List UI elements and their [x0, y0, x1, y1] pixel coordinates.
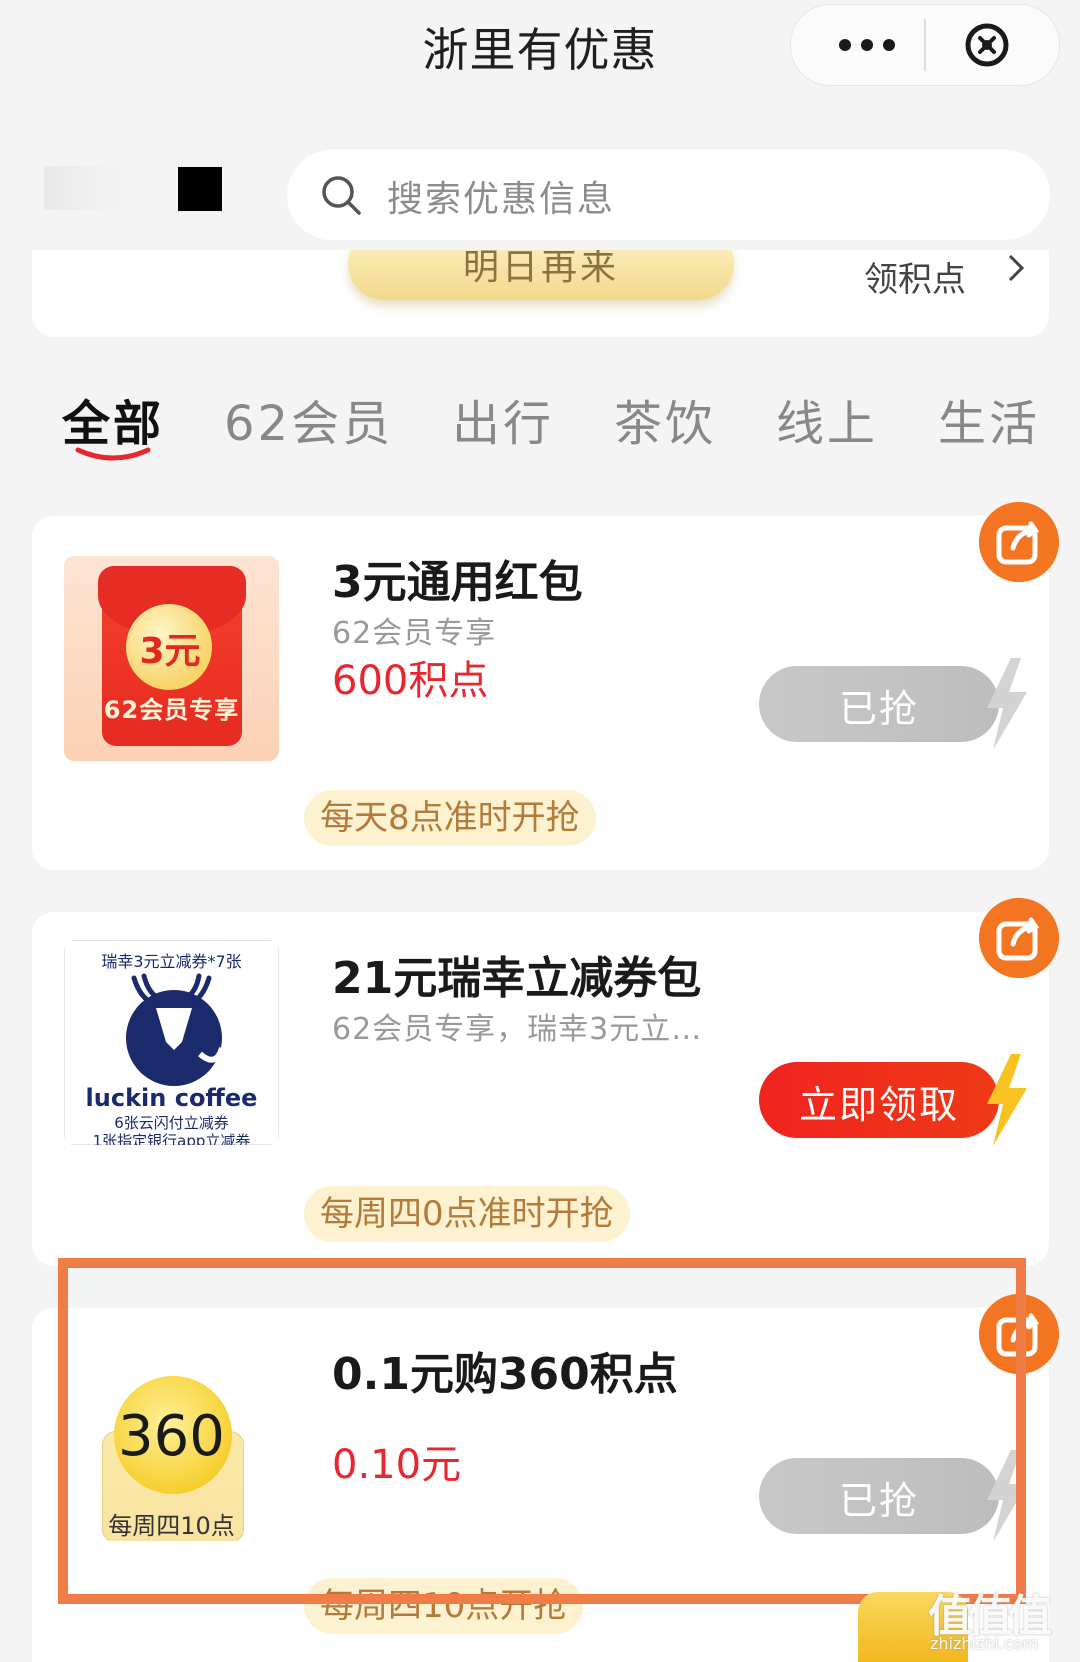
- claim-now-button[interactable]: 立即领取: [759, 1054, 1031, 1146]
- offer-subtitle: 62会员专享: [332, 616, 497, 651]
- more-dots-icon[interactable]: [831, 25, 903, 65]
- thumb-brand: luckin coffee: [85, 1084, 258, 1112]
- active-tab-underline: [75, 447, 151, 461]
- tab-life[interactable]: 生活: [938, 384, 1040, 454]
- redaction-block: [178, 167, 222, 211]
- thumb-caption: 62会员专享: [103, 696, 240, 724]
- category-tabs: 全部 62会员 出行 茶饮 线上 生活: [0, 384, 1080, 454]
- offer-subtitle: 62会员专享，瑞幸3元立…: [332, 1012, 703, 1047]
- share-icon[interactable]: [979, 502, 1059, 582]
- offer-price: 600积点: [332, 658, 489, 704]
- chevron-right-icon: [1008, 254, 1025, 282]
- luckin-thumbnail: 瑞幸3元立减券*7张 luckin coffee 6张云闪付立减券 1张指定银行…: [64, 940, 279, 1145]
- signin-button-label: 明日再来: [462, 250, 619, 288]
- watermark-url: zhizhizhi.com: [930, 1634, 1039, 1653]
- search-icon: [322, 176, 361, 215]
- grab-button-label: 已抢: [838, 687, 919, 731]
- luckin-deer-logo-icon: [126, 973, 225, 1086]
- grabbed-button[interactable]: 已抢: [759, 658, 1031, 750]
- red-packet-thumbnail: 3元 62会员专享: [64, 556, 279, 761]
- search-placeholder: 搜索优惠信息: [387, 179, 616, 220]
- lightning-icon: [987, 658, 1027, 750]
- signin-button[interactable]: 明日再来: [348, 250, 734, 300]
- site-watermark: 值值值 zhizhizhi.com: [928, 1580, 1078, 1662]
- tab-online[interactable]: 线上: [776, 384, 878, 454]
- grab-button-label: 立即领取: [798, 1083, 959, 1127]
- location-label-blurred[interactable]: [44, 166, 136, 210]
- thumb-amount: 3元: [139, 631, 201, 672]
- tab-travel[interactable]: 出行: [452, 384, 554, 454]
- share-icon[interactable]: [979, 898, 1059, 978]
- annotation-highlight-box: [58, 1258, 1026, 1604]
- offer-title: 3元通用红包: [332, 557, 583, 608]
- tab-all[interactable]: 全部: [62, 384, 164, 454]
- offer-card[interactable]: 3元 62会员专享 3元通用红包 62会员专享 600积点 已抢 每天8点准时开…: [32, 502, 1059, 870]
- tab-tea-drinks[interactable]: 茶饮: [614, 384, 716, 454]
- offer-card[interactable]: 瑞幸3元立减券*7张 luckin coffee 6张云闪付立减券 1张指定银行…: [32, 898, 1059, 1266]
- mini-program-capsule: [790, 4, 1060, 86]
- signin-card: 明日再来 领积点: [32, 250, 1049, 337]
- close-circle-icon[interactable]: [963, 21, 1011, 69]
- capsule-divider: [924, 19, 926, 71]
- offer-title: 21元瑞幸立减券包: [332, 953, 702, 1004]
- search-input[interactable]: 搜索优惠信息: [287, 150, 1050, 240]
- schedule-badge: 每天8点准时开抢: [304, 790, 596, 846]
- schedule-badge: 每周四0点准时开抢: [304, 1186, 630, 1242]
- earn-points-link[interactable]: 领积点: [864, 252, 966, 301]
- lightning-icon: [987, 1054, 1027, 1146]
- tab-62-member[interactable]: 62会员: [224, 384, 393, 454]
- thumb-line-2: 1张指定银行app立减券: [92, 1132, 251, 1145]
